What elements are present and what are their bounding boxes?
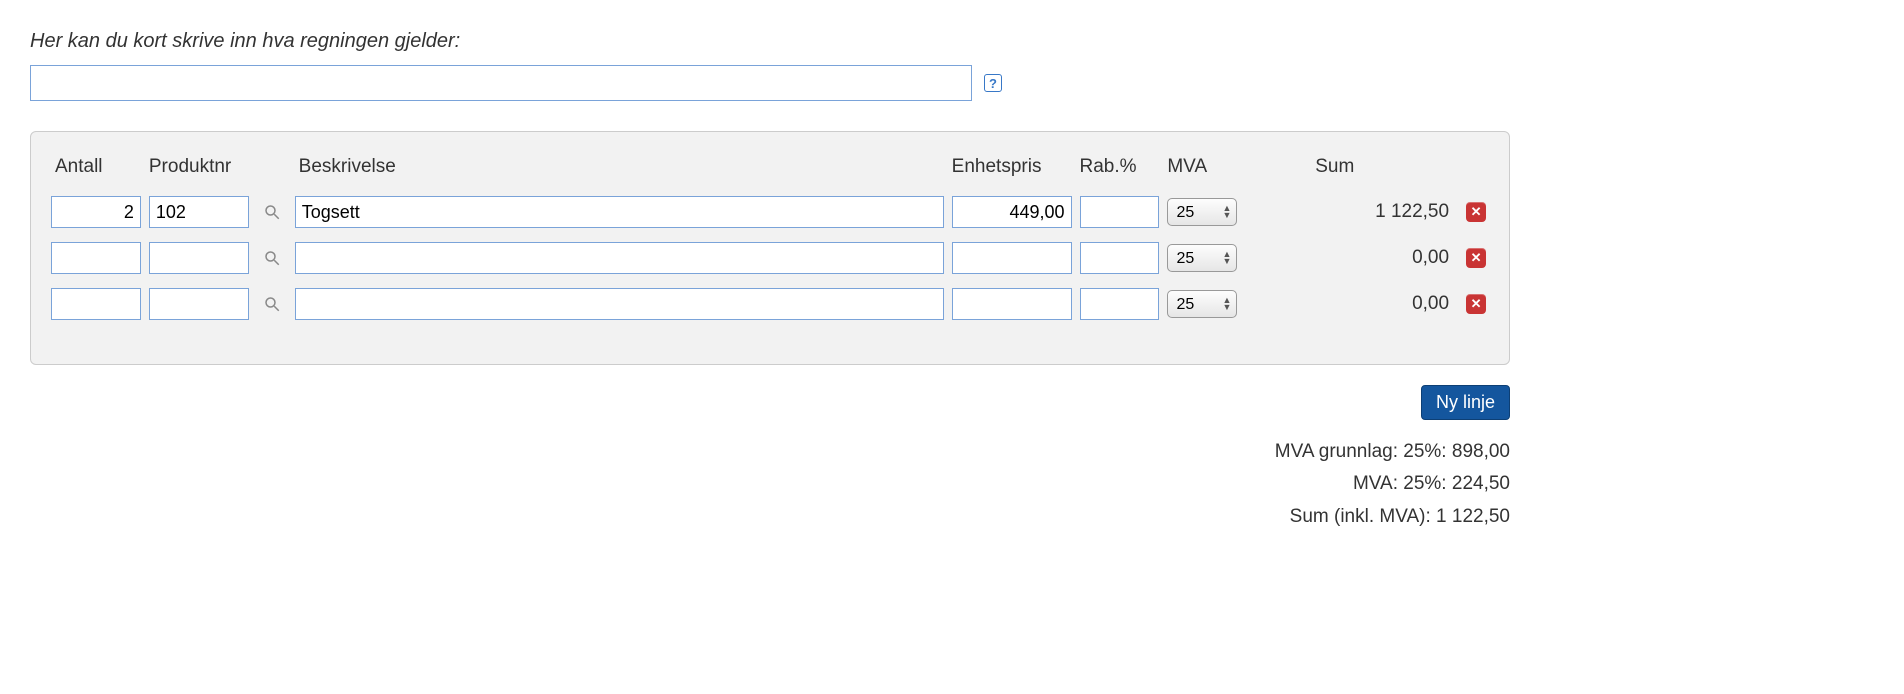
produktnr-input[interactable] — [149, 288, 249, 320]
beskrivelse-input[interactable] — [295, 196, 944, 228]
sum-inkl-value: 1 122,50 — [1436, 506, 1510, 527]
delete-row-icon[interactable]: ✕ — [1466, 248, 1486, 268]
mva-label: MVA: 25%: — [1353, 473, 1447, 494]
rab-input[interactable] — [1080, 242, 1160, 274]
sum-inkl-label: Sum (inkl. MVA): — [1290, 506, 1431, 527]
mva-grunnlag-value: 898,00 — [1452, 441, 1510, 462]
row-sum-value: 1 122,50 — [1375, 201, 1449, 222]
table-header-row: Antall Produktnr Beskrivelse Enhetspris … — [51, 156, 1489, 178]
mva-select[interactable]: 25 — [1167, 198, 1237, 226]
mva-grunnlag-label: MVA grunnlag: 25%: — [1275, 441, 1447, 462]
actions-area: Ny linje MVA grunnlag: 25%: 898,00 MVA: … — [30, 385, 1510, 533]
magnifier-icon[interactable] — [263, 249, 281, 267]
mva-select[interactable]: 25 — [1167, 244, 1237, 272]
produktnr-input[interactable] — [149, 242, 249, 274]
table-row: 25 ▲▼ 0,00 ✕ — [51, 288, 1489, 320]
help-icon[interactable]: ? — [984, 74, 1002, 92]
rab-input[interactable] — [1080, 196, 1160, 228]
sum-inkl-row: Sum (inkl. MVA): 1 122,50 — [1275, 501, 1510, 533]
line-items-panel: Antall Produktnr Beskrivelse Enhetspris … — [30, 131, 1510, 365]
table-row: 25 ▲▼ 1 122,50 ✕ — [51, 196, 1489, 228]
antall-input[interactable] — [51, 196, 141, 228]
row-sum-value: 0,00 — [1412, 247, 1449, 268]
mva-value: 224,50 — [1452, 473, 1510, 494]
delete-row-icon[interactable]: ✕ — [1466, 294, 1486, 314]
enhetspris-input[interactable] — [952, 288, 1072, 320]
new-line-button[interactable]: Ny linje — [1421, 385, 1510, 420]
header-sum: Sum — [1255, 156, 1455, 178]
enhetspris-input[interactable] — [952, 242, 1072, 274]
produktnr-input[interactable] — [149, 196, 249, 228]
line-items-table: Antall Produktnr Beskrivelse Enhetspris … — [51, 156, 1489, 320]
header-beskrivelse: Beskrivelse — [295, 156, 944, 178]
mva-select[interactable]: 25 — [1167, 290, 1237, 318]
header-produktnr: Produktnr — [149, 156, 249, 178]
beskrivelse-input[interactable] — [295, 288, 944, 320]
enhetspris-input[interactable] — [952, 196, 1072, 228]
mva-row: MVA: 25%: 224,50 — [1275, 468, 1510, 500]
header-enhetspris: Enhetspris — [952, 156, 1072, 178]
magnifier-icon[interactable] — [263, 203, 281, 221]
header-mva: MVA — [1167, 156, 1247, 178]
description-label: Her kan du kort skrive inn hva regningen… — [30, 30, 1874, 53]
mva-grunnlag-row: MVA grunnlag: 25%: 898,00 — [1275, 436, 1510, 468]
rab-input[interactable] — [1080, 288, 1160, 320]
magnifier-icon[interactable] — [263, 295, 281, 313]
table-row: 25 ▲▼ 0,00 ✕ — [51, 242, 1489, 274]
description-row: ? — [30, 65, 1874, 101]
antall-input[interactable] — [51, 242, 141, 274]
totals-block: MVA grunnlag: 25%: 898,00 MVA: 25%: 224,… — [1275, 436, 1510, 533]
header-antall: Antall — [51, 156, 141, 178]
description-input[interactable] — [30, 65, 972, 101]
delete-row-icon[interactable]: ✕ — [1466, 202, 1486, 222]
header-rab: Rab.% — [1079, 156, 1159, 178]
row-sum-value: 0,00 — [1412, 293, 1449, 314]
beskrivelse-input[interactable] — [295, 242, 944, 274]
antall-input[interactable] — [51, 288, 141, 320]
